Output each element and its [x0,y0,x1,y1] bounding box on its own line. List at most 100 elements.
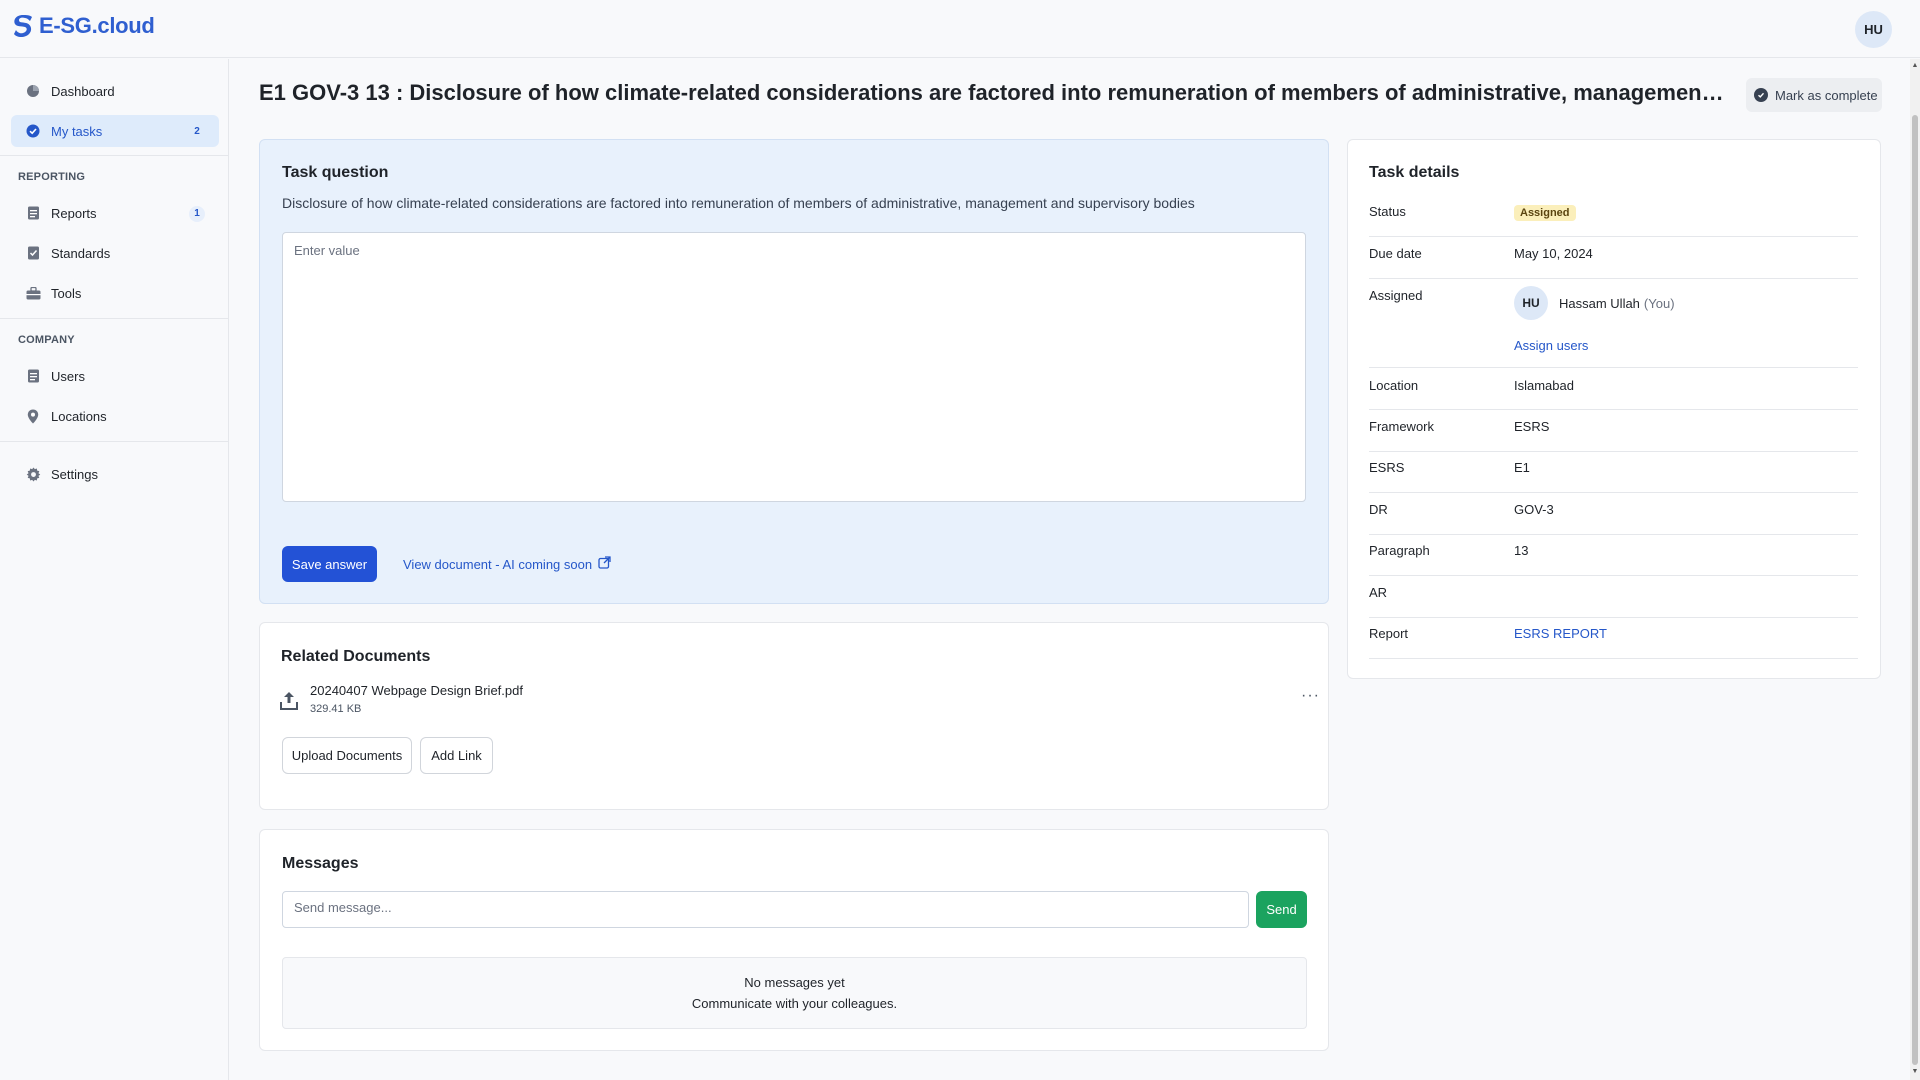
gear-icon [25,466,41,482]
detail-row-status: Status Assigned [1369,204,1858,237]
document-size: 329.41 KB [310,703,362,715]
empty-messages: No messages yet Communicate with your co… [282,957,1307,1029]
card-title: Messages [282,855,359,872]
document-item[interactable]: 20240407 Webpage Design Brief.pdf 329.41… [280,683,1320,719]
assign-users-link[interactable]: Assign users [1514,338,1588,353]
mark-complete-button[interactable]: Mark as complete [1746,78,1882,112]
detail-row-framework: Framework ESRS [1369,419,1858,452]
detail-row-assigned: Assigned HU Hassam Ullah (You) Assign use… [1369,286,1858,368]
sidebar-item-label: Tools [51,285,82,301]
scroll-down-icon[interactable]: ▼ [1911,1068,1919,1076]
assignee-you: (You) [1643,296,1675,311]
detail-label: Status [1369,204,1406,219]
answer-textarea[interactable] [282,232,1306,502]
more-options-icon[interactable]: ··· [1301,687,1320,705]
sidebar-item-my-tasks[interactable]: My tasks 2 [11,115,219,147]
logo-text: E-SG.cloud [39,13,155,38]
scroll-up-icon[interactable]: ▲ [1911,62,1919,70]
sidebar-item-settings[interactable]: Settings [11,458,219,490]
divider [0,155,229,156]
sidebar-item-standards[interactable]: Standards [11,237,219,269]
detail-label: AR [1369,585,1388,600]
messages-card: Messages Send No messages yet Communicat… [259,829,1329,1051]
upload-documents-button[interactable]: Upload Documents [282,737,412,774]
sidebar: Dashboard My tasks 2 REPORTING Reports 1… [0,59,229,1080]
card-title: Related Documents [281,648,431,665]
detail-value: ESRS [1514,419,1550,434]
detail-value: Islamabad [1514,378,1574,393]
detail-label: Report [1369,626,1409,641]
sidebar-item-dashboard[interactable]: Dashboard [11,75,219,107]
toolbox-icon [25,285,41,301]
page-title: E1 GOV-3 13 : Disclosure of how climate-… [259,80,1729,105]
detail-value: 13 [1514,543,1529,558]
sidebar-item-label: Settings [51,466,98,482]
count-badge: 2 [194,126,200,137]
detail-value: GOV-3 [1514,502,1554,517]
task-details-card: Task details Status Assigned Due date Ma… [1347,139,1881,679]
checklist-icon [25,245,41,261]
section-label-company: COMPANY [18,334,75,346]
count-badge: 1 [189,206,205,222]
detail-label: Paragraph [1369,543,1430,558]
scrollbar-thumb[interactable] [1912,115,1918,1065]
message-input[interactable] [282,891,1249,928]
section-label-reporting: REPORTING [18,171,86,183]
detail-row-ar: AR [1369,585,1858,618]
detail-label: Due date [1369,246,1422,261]
view-document-label: View document - AI coming soon [403,556,593,572]
save-answer-button[interactable]: Save answer [282,546,377,582]
sidebar-item-label: Dashboard [51,83,115,99]
assignee-avatar: HU [1514,286,1548,320]
user-avatar[interactable]: HU [1855,11,1892,48]
question-text: Disclosure of how climate-related consid… [282,195,1195,211]
detail-row-location: Location Islamabad [1369,378,1858,410]
detail-row-due-date: Due date May 10, 2024 [1369,244,1858,279]
pie-chart-icon [25,83,41,99]
check-circle-icon [1754,88,1768,102]
status-badge: Assigned [1514,205,1576,221]
sidebar-item-reports[interactable]: Reports 1 [11,197,219,229]
empty-title: No messages yet [744,975,845,990]
detail-row-paragraph: Paragraph 13 [1369,543,1858,576]
detail-value: E1 [1514,460,1530,475]
sidebar-item-label: My tasks [51,123,103,139]
related-documents-card: Related Documents 20240407 Webpage Desig… [259,622,1329,810]
task-question-card: Task question Disclosure of how climate-… [259,139,1329,604]
divider [0,318,229,319]
check-circle-icon [25,123,41,139]
add-link-button[interactable]: Add Link [420,737,493,774]
assignee-name: Hassam Ullah (You) [1559,296,1675,311]
sidebar-item-locations[interactable]: Locations [11,400,219,432]
sidebar-item-users[interactable]: Users [11,360,219,392]
document-name[interactable]: 20240407 Webpage Design Brief.pdf [310,683,523,698]
detail-label: Assigned [1369,288,1423,303]
app-logo[interactable]: E-SG.cloud [10,13,155,39]
sidebar-item-label: Users [51,368,85,384]
sidebar-item-label: Locations [51,408,107,424]
sidebar-item-tools[interactable]: Tools [11,277,219,309]
detail-value: May 10, 2024 [1514,246,1593,261]
logo-icon [14,15,32,37]
detail-label: Location [1369,378,1419,393]
send-button[interactable]: Send [1256,891,1307,928]
view-document-link[interactable]: View document - AI coming soon [403,556,611,572]
card-title: Task question [282,164,389,181]
detail-row-dr: DR GOV-3 [1369,502,1858,535]
detail-label: Framework [1369,419,1435,434]
detail-row-esrs: ESRS E1 [1369,460,1858,493]
sidebar-item-label: Reports [51,205,97,221]
sidebar-item-label: Standards [51,245,111,261]
users-icon [25,368,41,384]
detail-row-report: Report ESRS REPORT [1369,626,1858,659]
report-link[interactable]: ESRS REPORT [1514,626,1607,641]
card-title: Task details [1369,164,1460,181]
map-pin-icon [25,408,41,424]
external-link-icon [598,556,611,572]
top-bar: E-SG.cloud HU [0,0,1920,58]
mark-complete-label: Mark as complete [1775,87,1878,103]
detail-label: DR [1369,502,1388,517]
empty-subtitle: Communicate with your colleagues. [691,996,898,1011]
detail-label: ESRS [1369,460,1405,475]
divider [0,441,229,442]
